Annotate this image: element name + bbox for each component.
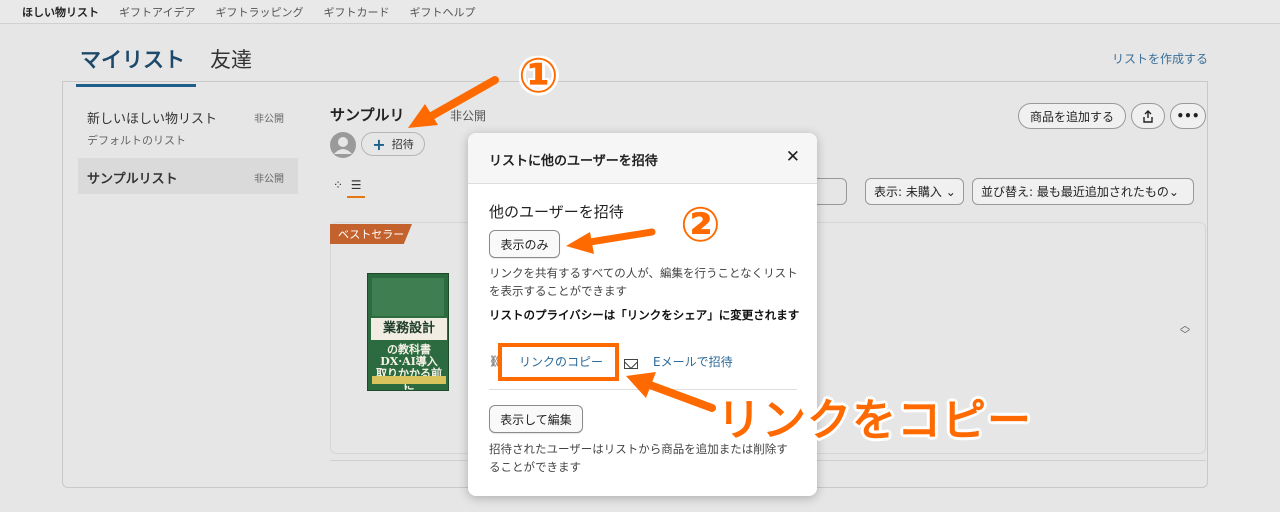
arrow-3 xyxy=(626,372,716,412)
arrow-1 xyxy=(408,76,499,128)
annotation-arrows xyxy=(408,76,716,412)
step-2-label: ② xyxy=(680,197,721,253)
arrow-2 xyxy=(566,228,656,254)
copy-link-annotation: リンクをコピー xyxy=(717,395,1032,446)
step-1-label: ① xyxy=(518,48,559,104)
